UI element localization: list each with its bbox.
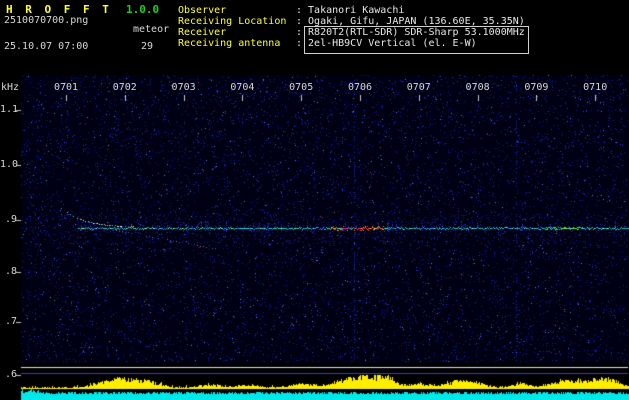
receiver-info-frame	[304, 26, 529, 54]
echo-count: 29	[141, 41, 154, 52]
freq-axis-unit-label: kHz	[1, 82, 20, 93]
observation-datetime: 25.10.07 07:00	[4, 41, 89, 52]
info-label-location: Receiving Location	[178, 16, 287, 27]
info-row-observer: Observer: Takanori Kawachi	[178, 5, 525, 16]
info-value-observer: Takanori Kawachi	[308, 5, 405, 16]
spectrogram-canvas	[0, 0, 629, 400]
info-label-antenna: Receiving antenna	[178, 38, 281, 49]
output-filename: 2510070700.png	[4, 15, 89, 26]
info-label-receiver: Receiver	[178, 27, 227, 38]
info-label-observer: Observer	[178, 5, 227, 16]
app-version: 1.0.0	[126, 3, 160, 16]
hrofft-output-image: H R O F F T 1.0.0 2510070700.png meteor …	[0, 0, 629, 400]
mode-label: meteor	[133, 24, 170, 35]
